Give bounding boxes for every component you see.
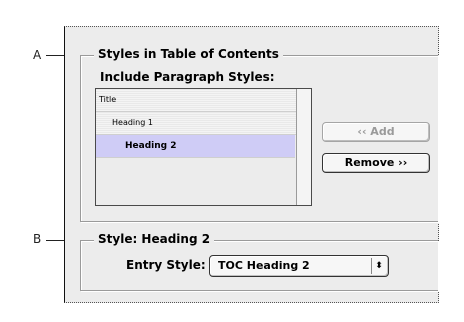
toc-section-title: Styles in Table of Contents	[94, 47, 283, 61]
popup-arrows-icon: ⬍	[371, 258, 386, 274]
included-styles-list[interactable]: Title Heading 1 Heading 2	[95, 88, 312, 206]
include-styles-label: Include Paragraph Styles:	[100, 70, 275, 84]
entry-style-value: TOC Heading 2	[218, 259, 310, 272]
list-item-selected[interactable]: Heading 2	[96, 135, 295, 158]
callout-label-a: A	[33, 48, 42, 62]
list-scrollbar[interactable]	[296, 89, 311, 205]
list-item[interactable]: Title	[96, 89, 298, 112]
add-button[interactable]: ‹‹ Add	[322, 122, 430, 142]
style-section-title: Style: Heading 2	[94, 232, 215, 246]
list-item-label: Heading 1	[112, 118, 153, 127]
list-item-label: Title	[99, 95, 117, 104]
entry-style-label: Entry Style:	[126, 258, 206, 272]
list-item[interactable]: Heading 1	[96, 112, 298, 135]
list-item-label: Heading 2	[125, 141, 177, 151]
callout-label-b: B	[33, 232, 42, 246]
remove-button[interactable]: Remove ››	[322, 153, 430, 173]
entry-style-popup[interactable]: TOC Heading 2 ⬍	[209, 255, 389, 277]
